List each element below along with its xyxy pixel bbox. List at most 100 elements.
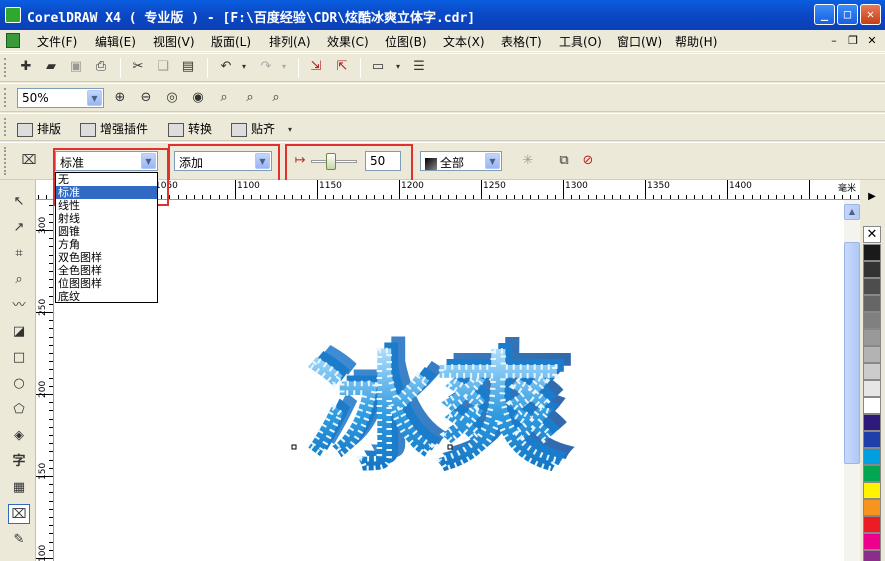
- open-folder-icon[interactable]: ▰: [41, 57, 61, 77]
- save-icon[interactable]: ▣: [66, 57, 86, 77]
- dropdown-option[interactable]: 方角: [56, 238, 157, 251]
- cut-icon[interactable]: ✂: [128, 57, 148, 77]
- close-button[interactable]: ✕: [860, 4, 881, 25]
- zoom-tool-icon[interactable]: ⌕: [8, 270, 30, 290]
- typesetting-button[interactable]: 排版: [17, 120, 61, 137]
- zoom-in-icon[interactable]: ⊕: [110, 88, 130, 108]
- freeze-icon[interactable]: ✳: [518, 151, 538, 171]
- import-icon[interactable]: ⇲: [306, 57, 326, 77]
- snap-button[interactable]: 贴齐: [231, 120, 275, 137]
- undo-dropdown-icon[interactable]: ▾: [234, 57, 254, 77]
- no-color-swatch-icon[interactable]: ✕: [863, 226, 881, 243]
- maximize-button[interactable]: □: [837, 4, 858, 25]
- export-icon[interactable]: ⇱: [332, 57, 352, 77]
- options-icon[interactable]: ☰: [409, 57, 429, 77]
- undo-icon[interactable]: ↶: [216, 57, 236, 77]
- dropdown-option-selected[interactable]: 标准: [56, 186, 157, 199]
- crop-tool-icon[interactable]: ⌗: [8, 244, 30, 264]
- menu-tools[interactable]: 工具(O): [559, 33, 602, 50]
- dropdown-option[interactable]: 全色图样: [56, 264, 157, 277]
- basic-shapes-tool-icon[interactable]: ◈: [8, 426, 30, 446]
- dropdown-option[interactable]: 线性: [56, 199, 157, 212]
- table-tool-icon[interactable]: ▦: [8, 478, 30, 498]
- toolbar-grip[interactable]: [4, 118, 7, 136]
- color-swatch[interactable]: [863, 380, 881, 397]
- vertical-scrollbar[interactable]: ▲: [844, 200, 860, 561]
- zoom-selected-icon[interactable]: ◎: [162, 88, 182, 108]
- color-swatch[interactable]: [863, 533, 881, 550]
- smart-fill-tool-icon[interactable]: ◪: [8, 322, 30, 342]
- menu-text[interactable]: 文本(X): [443, 33, 485, 50]
- rectangle-tool-icon[interactable]: □: [8, 348, 30, 368]
- polygon-tool-icon[interactable]: ⬠: [8, 400, 30, 420]
- menu-view[interactable]: 视图(V): [153, 33, 195, 50]
- color-swatch[interactable]: [863, 346, 881, 363]
- toolbar-grip[interactable]: [4, 58, 7, 77]
- scroll-up-icon[interactable]: ▲: [844, 204, 860, 220]
- zoom-all-objects-icon[interactable]: ◉: [188, 88, 208, 108]
- redo-dropdown-icon[interactable]: ▾: [274, 57, 294, 77]
- menu-effects[interactable]: 效果(C): [327, 33, 369, 50]
- color-swatch[interactable]: [863, 482, 881, 499]
- convert-button[interactable]: 转换: [168, 120, 212, 137]
- color-swatch[interactable]: [863, 363, 881, 380]
- doc-close-button[interactable]: ✕: [864, 33, 880, 49]
- copy-transparency-icon[interactable]: ⧉: [554, 151, 574, 171]
- doc-minimize-button[interactable]: –: [826, 33, 842, 49]
- zoom-page-width-icon[interactable]: ⌕: [240, 88, 260, 108]
- new-document-icon[interactable]: ✚: [16, 57, 36, 77]
- color-swatch[interactable]: [863, 295, 881, 312]
- dropdown-option[interactable]: 无: [56, 173, 157, 186]
- color-swatch[interactable]: [863, 312, 881, 329]
- zoom-page-icon[interactable]: ⌕: [214, 88, 234, 108]
- dropdown-option[interactable]: 位图图样: [56, 277, 157, 290]
- application-launcher-icon[interactable]: ▭: [368, 57, 388, 77]
- color-swatch[interactable]: [863, 278, 881, 295]
- dropdown-option[interactable]: 底纹: [56, 290, 157, 303]
- clear-transparency-icon[interactable]: ⊘: [578, 151, 598, 171]
- freehand-tool-icon[interactable]: 〰: [8, 296, 30, 316]
- selection-handle[interactable]: [447, 444, 453, 450]
- menu-bitmaps[interactable]: 位图(B): [385, 33, 427, 50]
- shape-tool-icon[interactable]: ↗: [8, 218, 30, 238]
- redo-icon[interactable]: ↷: [256, 57, 276, 77]
- selection-handle[interactable]: [291, 444, 297, 450]
- dropdown-option[interactable]: 圆锥: [56, 225, 157, 238]
- print-icon[interactable]: ⎙: [91, 57, 111, 77]
- color-swatch[interactable]: [863, 329, 881, 346]
- menu-file[interactable]: 文件(F): [37, 33, 77, 50]
- color-swatch[interactable]: [863, 550, 881, 561]
- color-swatch[interactable]: [863, 397, 881, 414]
- color-swatch[interactable]: [863, 244, 881, 261]
- pick-tool-icon[interactable]: ↖: [8, 192, 30, 212]
- menu-arrange[interactable]: 排列(A): [269, 33, 311, 50]
- artwork-text-front[interactable]: 冰爽: [305, 339, 563, 490]
- color-swatch[interactable]: [863, 261, 881, 278]
- menu-edit[interactable]: 编辑(E): [95, 33, 136, 50]
- zoom-level-select[interactable]: 50% ▼: [17, 88, 104, 108]
- enhanced-plugin-button[interactable]: 增强插件: [80, 120, 148, 137]
- paste-icon[interactable]: ▤: [178, 57, 198, 77]
- dropdown-option[interactable]: 双色图样: [56, 251, 157, 264]
- menu-help[interactable]: 帮助(H): [675, 33, 717, 50]
- doc-restore-button[interactable]: ❐: [845, 33, 861, 49]
- drawing-canvas[interactable]: 冰爽 冰爽 冰爽: [54, 200, 844, 561]
- ellipse-tool-icon[interactable]: ○: [8, 374, 30, 394]
- eyedropper-tool-icon[interactable]: ✎: [8, 530, 30, 550]
- scrollbar-thumb[interactable]: [844, 242, 860, 464]
- menu-layout[interactable]: 版面(L): [211, 33, 251, 50]
- menu-table[interactable]: 表格(T): [501, 33, 542, 50]
- launcher-dropdown-icon[interactable]: ▾: [388, 57, 408, 77]
- color-swatch[interactable]: [863, 499, 881, 516]
- color-swatch[interactable]: [863, 516, 881, 533]
- zoom-page-height-icon[interactable]: ⌕: [266, 88, 286, 108]
- apply-target-select[interactable]: 全部 ▼: [420, 151, 502, 171]
- text-tool-icon[interactable]: 字: [8, 452, 30, 472]
- color-swatch[interactable]: [863, 465, 881, 482]
- dropdown-option[interactable]: 射线: [56, 212, 157, 225]
- toolbar-grip[interactable]: [4, 88, 7, 107]
- color-swatch[interactable]: [863, 431, 881, 448]
- vertical-ruler[interactable]: 300 250 200 150 100: [36, 200, 54, 561]
- transparency-tool-icon[interactable]: ⌧: [8, 504, 30, 524]
- toolbar-grip[interactable]: [4, 147, 7, 175]
